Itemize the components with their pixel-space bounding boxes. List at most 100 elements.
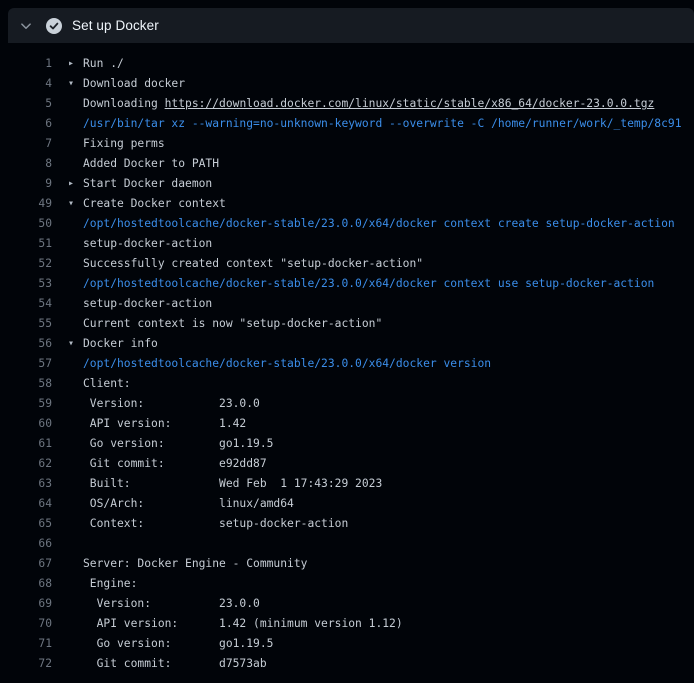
line-number[interactable]: 51: [0, 234, 52, 254]
group-title[interactable]: Run ./: [83, 54, 694, 74]
plain-text: Git commit: d7573ab: [83, 657, 267, 670]
arrow-spacer: [52, 434, 83, 454]
line-number[interactable]: 71: [0, 634, 52, 654]
group-chevron-down-icon[interactable]: ▾: [52, 334, 83, 354]
line-number[interactable]: 62: [0, 454, 52, 474]
group-chevron-right-icon[interactable]: ▸: [52, 54, 83, 74]
group-title[interactable]: Docker info: [83, 334, 694, 354]
group-chevron-down-icon[interactable]: ▾: [52, 74, 83, 94]
plain-text: OS/Arch: linux/amd64: [83, 497, 294, 510]
line-number[interactable]: 52: [0, 254, 52, 274]
log-line: 56▾Docker info: [0, 334, 694, 354]
log-text: Go version: go1.19.5: [83, 634, 694, 654]
plain-text: Docker info: [83, 337, 158, 350]
line-number[interactable]: 5: [0, 94, 52, 114]
line-number[interactable]: 54: [0, 294, 52, 314]
line-number[interactable]: 57: [0, 354, 52, 374]
line-number[interactable]: 56: [0, 334, 52, 354]
arrow-spacer: [52, 554, 83, 574]
arrow-spacer: [52, 94, 83, 114]
log-text: Git commit: e92dd87: [83, 454, 694, 474]
command-text: /opt/hostedtoolcache/docker-stable/23.0.…: [83, 277, 654, 290]
line-number[interactable]: 61: [0, 434, 52, 454]
line-number[interactable]: 55: [0, 314, 52, 334]
arrow-spacer: [52, 514, 83, 534]
line-number[interactable]: 50: [0, 214, 52, 234]
arrow-spacer: [52, 634, 83, 654]
arrow-spacer: [52, 114, 83, 134]
log-text: [83, 534, 694, 554]
log-line: 63 Built: Wed Feb 1 17:43:29 2023: [0, 474, 694, 494]
log-text: Go version: go1.19.5: [83, 434, 694, 454]
line-number[interactable]: 9: [0, 174, 52, 194]
line-number[interactable]: 63: [0, 474, 52, 494]
check-circle-icon: [46, 18, 62, 34]
log-line: 60 API version: 1.42: [0, 414, 694, 434]
group-title[interactable]: Download docker: [83, 74, 694, 94]
log-text: Added Docker to PATH: [83, 154, 694, 174]
line-number[interactable]: 68: [0, 574, 52, 594]
line-number[interactable]: 67: [0, 554, 52, 574]
group-chevron-down-icon[interactable]: ▾: [52, 194, 83, 214]
plain-text: Git commit: e92dd87: [83, 457, 267, 470]
plain-text: Create Docker context: [83, 197, 226, 210]
arrow-spacer: [52, 214, 83, 234]
arrow-spacer: [52, 314, 83, 334]
log-line: 49▾Create Docker context: [0, 194, 694, 214]
line-number[interactable]: 53: [0, 274, 52, 294]
plain-text: API version: 1.42 (minimum version 1.12): [83, 617, 403, 630]
log-line: 72 Git commit: d7573ab: [0, 654, 694, 674]
line-number[interactable]: 59: [0, 394, 52, 414]
group-title[interactable]: Create Docker context: [83, 194, 694, 214]
line-number[interactable]: 60: [0, 414, 52, 434]
arrow-spacer: [52, 594, 83, 614]
line-number[interactable]: 58: [0, 374, 52, 394]
plain-text: Version: 23.0.0: [83, 397, 260, 410]
log-text: Version: 23.0.0: [83, 394, 694, 414]
line-number[interactable]: 8: [0, 154, 52, 174]
log-text: Fixing perms: [83, 134, 694, 154]
line-number[interactable]: 6: [0, 114, 52, 134]
log-line: 52 Successfully created context "setup-do…: [0, 254, 694, 274]
arrow-spacer: [52, 294, 83, 314]
line-number[interactable]: 70: [0, 614, 52, 634]
log-text: Git commit: d7573ab: [83, 654, 694, 674]
line-number[interactable]: 65: [0, 514, 52, 534]
arrow-spacer: [52, 414, 83, 434]
log-line: 67 Server: Docker Engine - Community: [0, 554, 694, 574]
line-number[interactable]: 72: [0, 654, 52, 674]
log-line: 57/opt/hostedtoolcache/docker-stable/23.…: [0, 354, 694, 374]
arrow-spacer: [52, 574, 83, 594]
line-number[interactable]: 66: [0, 534, 52, 554]
arrow-spacer: [52, 454, 83, 474]
plain-text: Download docker: [83, 77, 185, 90]
log-text: Client:: [83, 374, 694, 394]
log-line: 5 Downloading https://download.docker.com…: [0, 94, 694, 114]
plain-text: Current context is now "setup-docker-act…: [83, 317, 382, 330]
group-title[interactable]: Start Docker daemon: [83, 174, 694, 194]
log-line: 51 setup-docker-action: [0, 234, 694, 254]
log-text: API version: 1.42: [83, 414, 694, 434]
log-line: 1▸Run ./: [0, 54, 694, 74]
log-text: Successfully created context "setup-dock…: [83, 254, 694, 274]
log-text: Downloading https://download.docker.com/…: [83, 94, 694, 114]
chevron-down-icon[interactable]: [19, 19, 33, 33]
line-number[interactable]: 64: [0, 494, 52, 514]
step-header[interactable]: Set up Docker: [8, 8, 694, 43]
log-line: 9▸Start Docker daemon: [0, 174, 694, 194]
arrow-spacer: [52, 474, 83, 494]
line-number[interactable]: 49: [0, 194, 52, 214]
line-number[interactable]: 69: [0, 594, 52, 614]
line-number[interactable]: 7: [0, 134, 52, 154]
plain-text: Server: Docker Engine - Community: [83, 557, 307, 570]
log-line: 59 Version: 23.0.0: [0, 394, 694, 414]
log-line: 4▾Download docker: [0, 74, 694, 94]
group-chevron-right-icon[interactable]: ▸: [52, 174, 83, 194]
line-number[interactable]: 4: [0, 74, 52, 94]
log-text: setup-docker-action: [83, 234, 694, 254]
plain-text: setup-docker-action: [83, 237, 212, 250]
log-link[interactable]: https://download.docker.com/linux/static…: [165, 97, 655, 110]
line-number[interactable]: 1: [0, 54, 52, 74]
arrow-spacer: [52, 654, 83, 674]
arrow-spacer: [52, 234, 83, 254]
